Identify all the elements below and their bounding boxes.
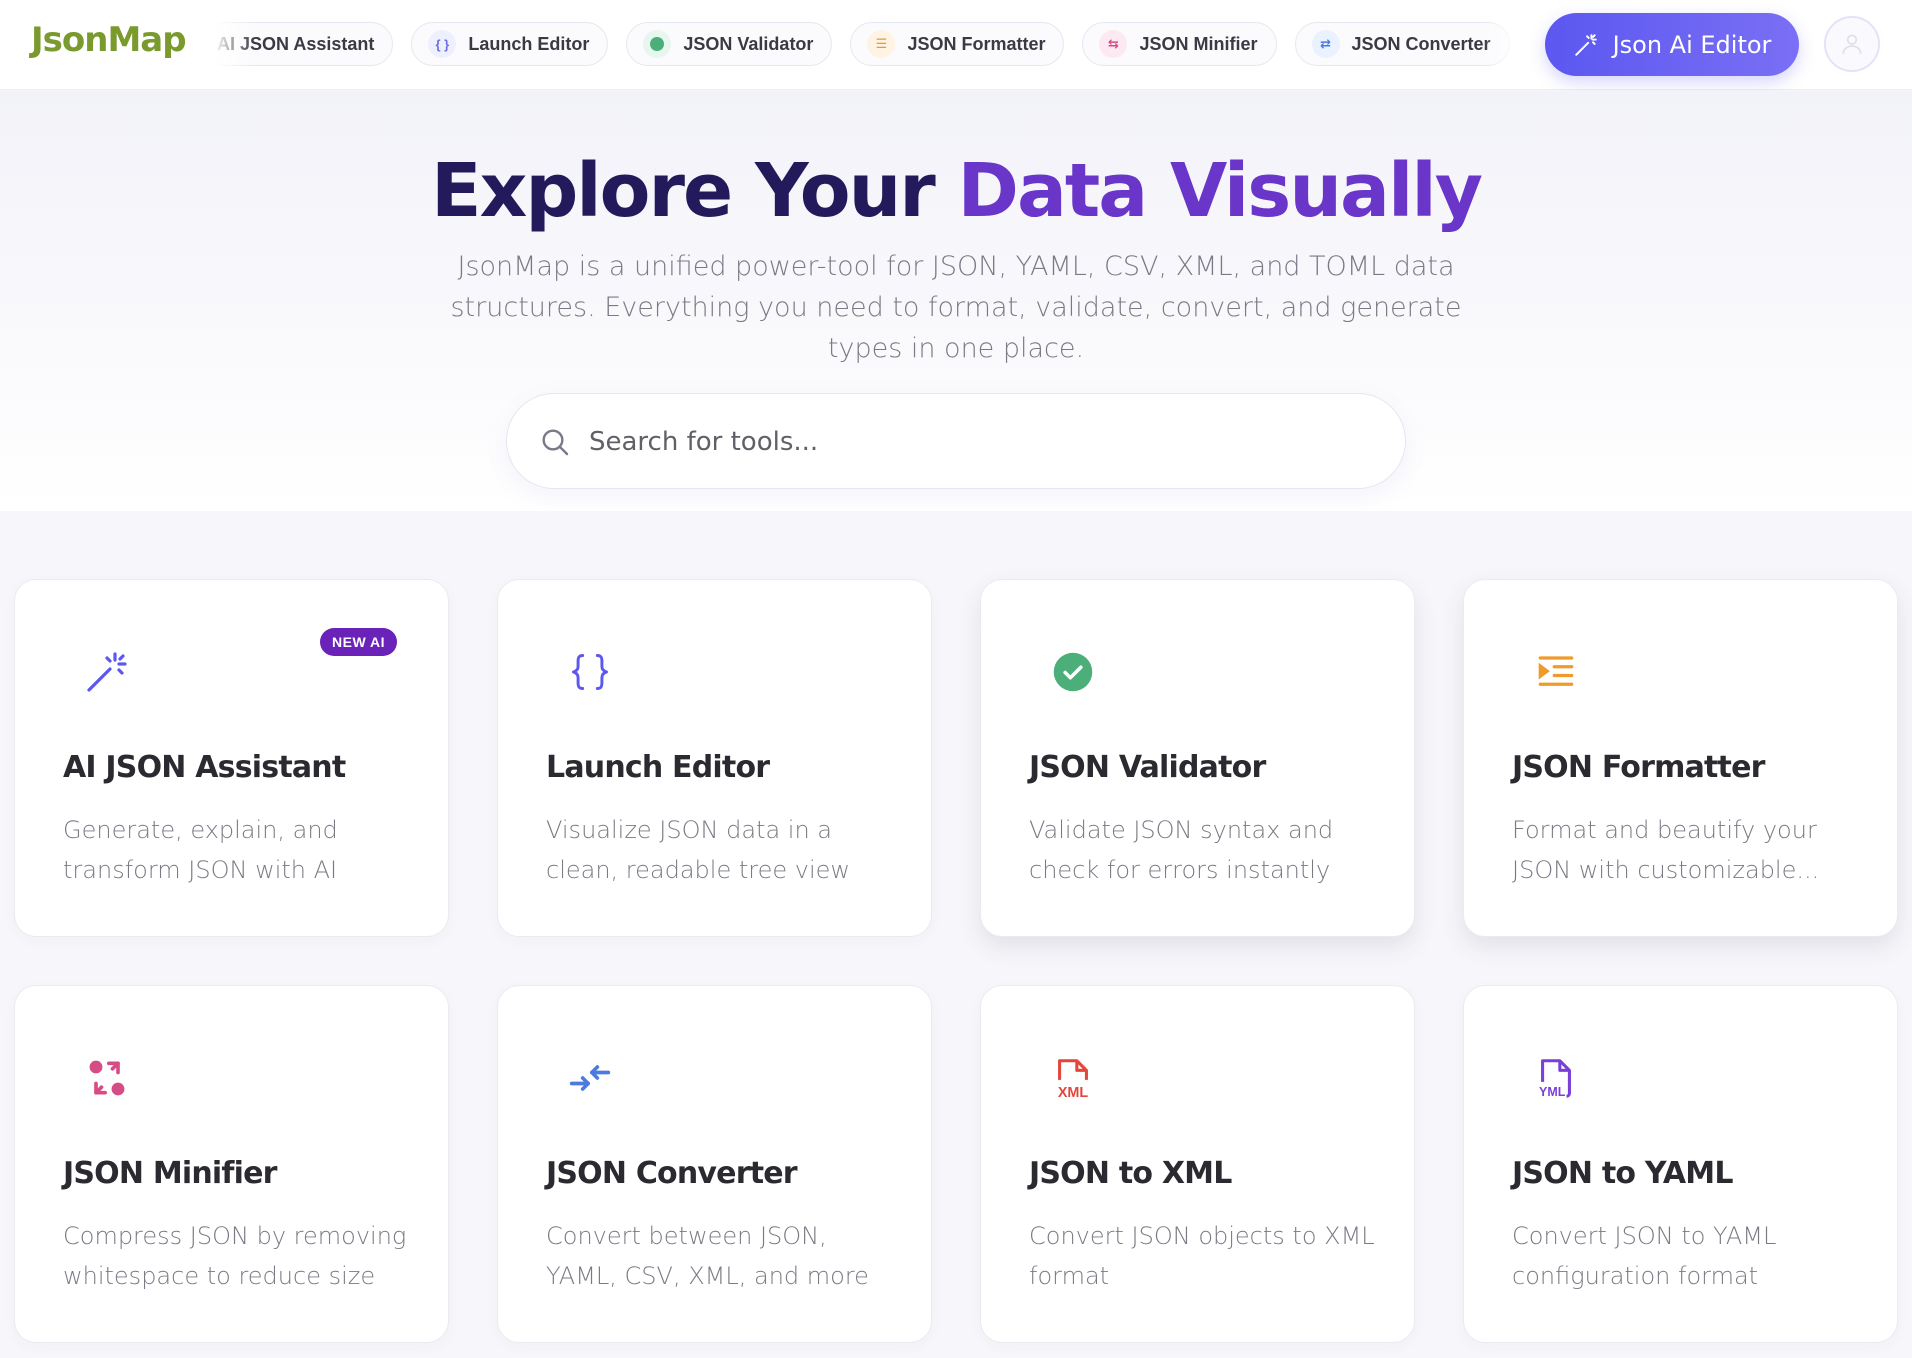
- pill-label: Launch Editor: [468, 33, 590, 54]
- search-input[interactable]: [589, 418, 1369, 466]
- pill-json-formatter[interactable]: ☰ JSON Formatter: [850, 22, 1065, 66]
- magic-wand-icon: [1574, 33, 1597, 56]
- pill-json-minifier[interactable]: ⇆ JSON Minifier: [1082, 22, 1277, 66]
- user-avatar[interactable]: [1824, 16, 1880, 72]
- magic-wand-icon: [83, 648, 131, 696]
- xml-file-icon: XML: [1049, 1054, 1097, 1102]
- card-description: Convert JSON to YAML configuration forma…: [1512, 1222, 1777, 1290]
- card-json-minifier[interactable]: JSON Minifier Compress JSON by removing …: [14, 985, 449, 1343]
- card-launch-editor[interactable]: Launch Editor Visualize JSON data in a c…: [497, 579, 932, 937]
- title-part-2: Data Visually: [957, 148, 1483, 234]
- brand-logo[interactable]: JsonMap: [31, 20, 187, 60]
- pill-json-converter[interactable]: ⇄ JSON Converter: [1294, 22, 1510, 66]
- check-circle-icon: [643, 30, 672, 58]
- pill-label: JSON Formatter: [907, 33, 1046, 54]
- top-navbar: JsonMap AI JSON Assistant { } Launch Edi…: [0, 0, 1912, 90]
- card-title: Launch Editor: [546, 750, 770, 785]
- cta-label: Json Ai Editor: [1612, 30, 1772, 59]
- card-title: JSON Minifier: [63, 1156, 277, 1191]
- svg-text:YML: YML: [1539, 1085, 1566, 1099]
- user-icon: [1842, 34, 1862, 54]
- arrows-in-icon: [566, 1054, 614, 1102]
- card-description: Convert between JSON, YAML, CSV, XML, an…: [546, 1222, 869, 1290]
- card-ai-json-assistant[interactable]: NEW AI AI JSON Assistant Generate, expla…: [14, 579, 449, 937]
- hero-subtitle: JsonMap is a unified power-tool for JSON…: [450, 251, 1462, 364]
- card-title: JSON to YAML: [1512, 1156, 1733, 1191]
- card-title: JSON Formatter: [1512, 750, 1765, 785]
- shuffle-icon: [83, 1054, 131, 1102]
- pill-json-validator[interactable]: JSON Validator: [626, 22, 833, 66]
- card-json-formatter[interactable]: JSON Formatter Format and beautify your …: [1463, 579, 1898, 937]
- pill-ai-json-assistant[interactable]: AI JSON Assistant: [214, 22, 394, 66]
- svg-text:XML: XML: [1058, 1085, 1089, 1101]
- pill-label: JSON Validator: [683, 33, 814, 54]
- pill-launch-editor[interactable]: { } Launch Editor: [411, 22, 609, 66]
- search-icon: [542, 429, 569, 456]
- pill-label: AI JSON Assistant: [217, 33, 375, 54]
- tool-search-bar[interactable]: [506, 393, 1406, 489]
- card-description: Generate, explain, and transform JSON wi…: [63, 816, 338, 884]
- title-part-1: Explore Your: [431, 148, 958, 234]
- card-description: Validate JSON syntax and check for error…: [1029, 816, 1334, 884]
- indent-icon: [1532, 648, 1580, 696]
- braces-icon: [566, 648, 614, 696]
- page-title: Explore Your Data Visually: [0, 148, 1912, 234]
- yaml-file-icon: YML: [1532, 1054, 1580, 1102]
- check-circle-icon: [1049, 648, 1097, 696]
- card-title: JSON to XML: [1029, 1156, 1232, 1191]
- card-description: Compress JSON by removing whitespace to …: [63, 1222, 407, 1290]
- indent-icon: ☰: [867, 30, 896, 58]
- card-json-to-yaml[interactable]: YML JSON to YAML Convert JSON to YAML co…: [1463, 985, 1898, 1343]
- new-ai-badge: NEW AI: [320, 628, 398, 656]
- card-description: Convert JSON objects to XML format: [1029, 1222, 1375, 1290]
- shuffle-icon: ⇆: [1099, 30, 1128, 58]
- pill-label: JSON Minifier: [1139, 33, 1258, 54]
- card-json-converter[interactable]: JSON Converter Convert between JSON, YAM…: [497, 985, 932, 1343]
- pill-label: JSON Converter: [1351, 33, 1491, 54]
- card-description: Visualize JSON data in a clean, readable…: [546, 816, 851, 884]
- card-title: AI JSON Assistant: [63, 750, 346, 785]
- tool-pill-strip[interactable]: AI JSON Assistant { } Launch Editor JSON…: [214, 21, 1524, 67]
- arrows-in-icon: ⇄: [1311, 30, 1340, 58]
- card-description: Format and beautify your JSON with custo…: [1512, 816, 1820, 884]
- card-json-to-xml[interactable]: XML JSON to XML Convert JSON objects to …: [980, 985, 1415, 1343]
- json-ai-editor-button[interactable]: Json Ai Editor: [1545, 13, 1799, 76]
- braces-icon: { }: [428, 30, 457, 58]
- card-title: JSON Converter: [546, 1156, 798, 1191]
- card-title: JSON Validator: [1029, 750, 1266, 785]
- card-json-validator[interactable]: JSON Validator Validate JSON syntax and …: [980, 579, 1415, 937]
